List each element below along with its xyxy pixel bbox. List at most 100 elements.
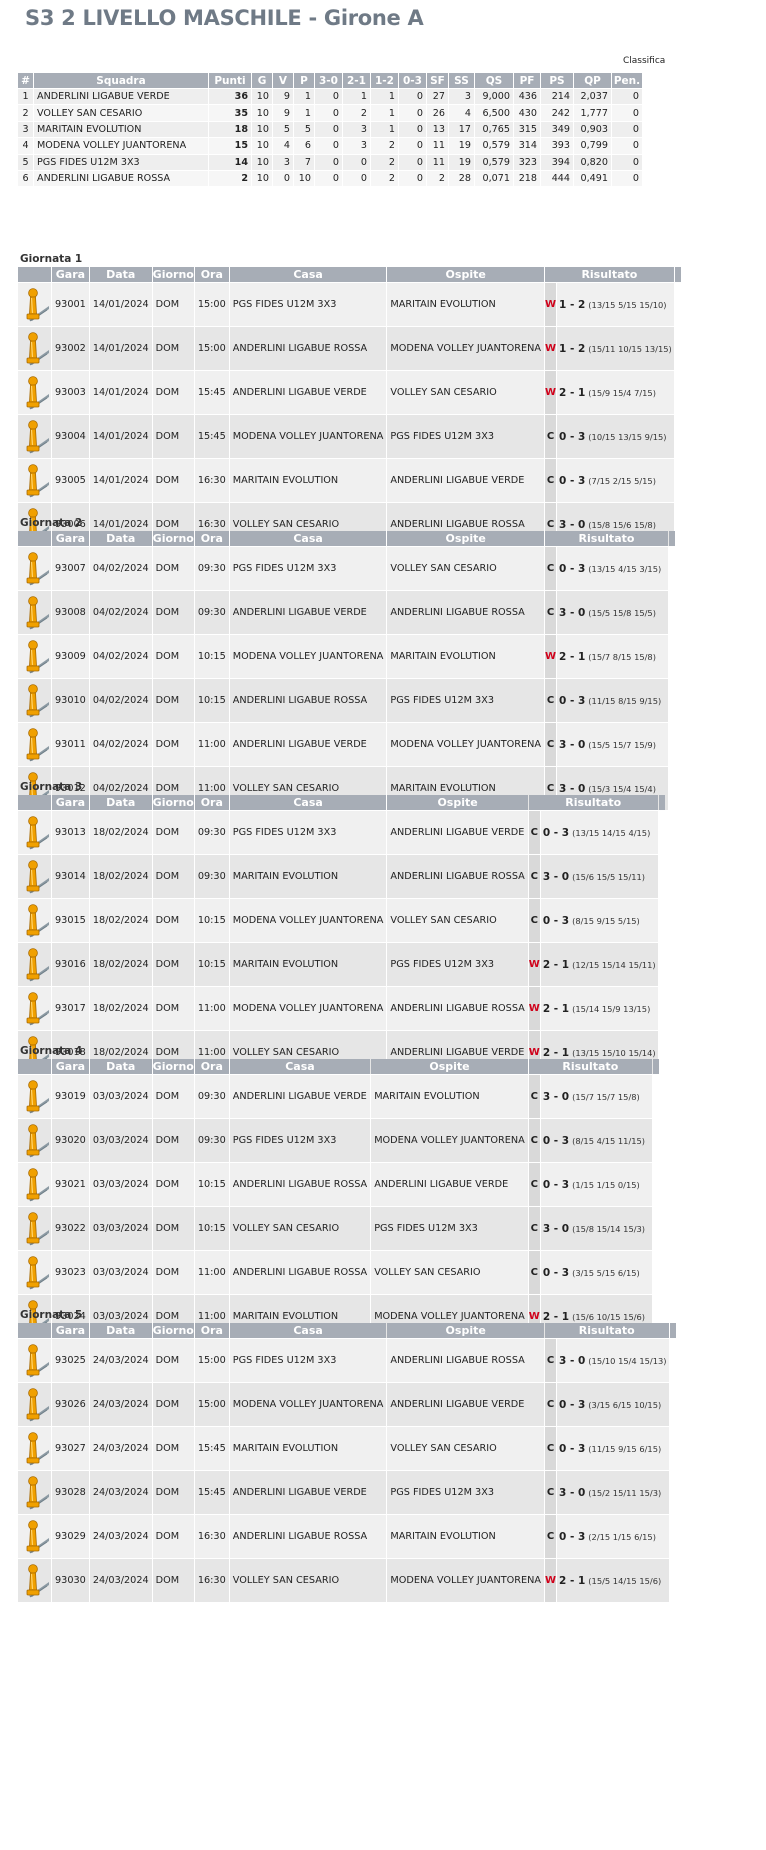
result-status-badge: W — [528, 943, 540, 986]
standings-cell: 35 — [209, 105, 251, 121]
standings-cell: 11 — [427, 138, 448, 154]
set-scores: (15/6 15/5 15/11) — [572, 871, 646, 882]
extra-cell — [652, 1163, 659, 1206]
away-team: VOLLEY SAN CESARIO — [387, 547, 544, 590]
away-team: ANDERLINI LIGABUE ROSSA — [387, 591, 544, 634]
chess-pawn-icon[interactable] — [18, 1119, 51, 1162]
chess-pawn-icon[interactable] — [18, 547, 51, 590]
match-number: 93025 — [52, 1339, 89, 1382]
result-status-badge: W — [544, 371, 557, 414]
standings-cell: 5 — [294, 121, 314, 138]
standings-col-header: P — [294, 73, 314, 88]
chess-pawn-icon[interactable] — [18, 635, 51, 678]
set-scores: (15/10 15/4 15/13) — [588, 1355, 667, 1366]
result-status-badge: W — [544, 635, 557, 678]
chess-pawn-icon[interactable] — [18, 1207, 51, 1250]
away-team: MARITAIN EVOLUTION — [371, 1075, 528, 1118]
chess-pawn-icon[interactable] — [18, 1339, 51, 1382]
col-header-giorno: Giorno — [152, 795, 194, 810]
result-status-badge: C — [544, 415, 557, 458]
match-score: 3 - 0 — [559, 738, 586, 751]
standings-cell: 0 — [612, 154, 642, 170]
chess-pawn-icon[interactable] — [18, 1427, 51, 1470]
standings-col-header: PF — [514, 73, 540, 88]
standings-col-header: Squadra — [34, 73, 208, 88]
match-result: 3 - 0 (15/8 15/14 15/3) — [540, 1207, 652, 1250]
extra-cell — [652, 1207, 659, 1250]
match-score: 1 - 2 — [559, 298, 586, 311]
chess-pawn-icon[interactable] — [18, 679, 51, 722]
standings-cell: 1 — [371, 105, 398, 121]
match-day: DOM — [152, 987, 194, 1030]
standings-cell: 28 — [449, 170, 474, 187]
standings-cell: 36 — [209, 89, 251, 105]
match-day: DOM — [152, 943, 194, 986]
chess-pawn-icon[interactable] — [18, 415, 51, 458]
chess-pawn-icon[interactable] — [18, 459, 51, 502]
chess-pawn-icon[interactable] — [18, 283, 51, 326]
col-header-ospite: Ospite — [387, 531, 544, 546]
extra-cell — [652, 1251, 659, 1294]
match-row: 93027 24/03/2024 DOM 15:45 MARITAIN EVOLUTIO… — [18, 1427, 676, 1470]
result-status-badge: C — [544, 1515, 557, 1558]
away-team: ANDERLINI LIGABUE ROSSA — [387, 1339, 544, 1382]
result-status-badge: C — [528, 855, 540, 898]
chess-pawn-icon[interactable] — [18, 899, 51, 942]
away-team: ANDERLINI LIGABUE VERDE — [387, 811, 528, 854]
standings-cell: 0 — [612, 121, 642, 138]
match-date: 18/02/2024 — [89, 899, 152, 942]
chess-pawn-icon[interactable] — [18, 1515, 51, 1558]
col-header-ospite: Ospite — [371, 1059, 528, 1074]
fixtures-table: Gara Data Giorno Ora Casa Ospite Risultato 9301… — [17, 794, 666, 1075]
chess-pawn-icon[interactable] — [18, 1163, 51, 1206]
match-time: 09:30 — [194, 547, 229, 590]
match-number: 93007 — [52, 547, 89, 590]
set-scores: (13/15 14/15 4/15) — [572, 827, 651, 838]
chess-pawn-icon[interactable] — [18, 987, 51, 1030]
match-number: 93014 — [52, 855, 89, 898]
match-row: 93009 04/02/2024 DOM 10:15 MODENA VOLLEY JUA… — [18, 635, 676, 678]
standings-col-header: SF — [427, 73, 448, 88]
match-date: 24/03/2024 — [89, 1559, 152, 1602]
match-score: 0 - 3 — [542, 1134, 570, 1147]
match-time: 09:30 — [194, 811, 229, 854]
set-scores: (3/15 6/15 10/15) — [588, 1399, 662, 1410]
match-date: 04/02/2024 — [89, 723, 152, 766]
col-header-ospite: Ospite — [387, 795, 528, 810]
match-date: 04/02/2024 — [89, 591, 152, 634]
home-team: MARITAIN EVOLUTION — [229, 855, 387, 898]
chess-pawn-icon[interactable] — [18, 811, 51, 854]
icon-col-header — [18, 1323, 51, 1338]
col-header-giorno: Giorno — [152, 1323, 194, 1338]
chess-pawn-icon[interactable] — [18, 371, 51, 414]
chess-pawn-icon[interactable] — [18, 1559, 51, 1602]
match-day: DOM — [152, 1119, 194, 1162]
chess-pawn-icon[interactable] — [18, 1251, 51, 1294]
match-date: 24/03/2024 — [89, 1515, 152, 1558]
col-header-giorno: Giorno — [152, 531, 194, 546]
extra-cell — [658, 811, 665, 854]
away-team: MARITAIN EVOLUTION — [387, 1515, 544, 1558]
standings-cell: 218 — [514, 170, 540, 187]
chess-pawn-icon[interactable] — [18, 1383, 51, 1426]
match-result: 1 - 2 (13/15 5/15 15/10) — [557, 283, 674, 326]
chess-pawn-icon[interactable] — [18, 855, 51, 898]
chess-pawn-icon[interactable] — [18, 723, 51, 766]
standings-col-header: Pen. — [612, 73, 642, 88]
match-result: 3 - 0 (15/10 15/4 15/13) — [557, 1339, 669, 1382]
chess-pawn-icon[interactable] — [18, 943, 51, 986]
chess-pawn-icon[interactable] — [18, 591, 51, 634]
chess-pawn-icon[interactable] — [18, 1471, 51, 1514]
match-number: 93001 — [52, 283, 89, 326]
standings-cell: 214 — [541, 89, 573, 105]
match-date: 14/01/2024 — [89, 415, 152, 458]
result-status-badge: C — [544, 591, 557, 634]
extra-cell — [674, 459, 681, 502]
match-result: 2 - 1 (15/14 15/9 13/15) — [540, 987, 658, 1030]
away-team: VOLLEY SAN CESARIO — [371, 1251, 528, 1294]
chess-pawn-icon[interactable] — [18, 327, 51, 370]
chess-pawn-icon[interactable] — [18, 1075, 51, 1118]
standings-cell: 0,820 — [574, 154, 611, 170]
set-scores: (11/15 8/15 9/15) — [588, 695, 662, 706]
standings-cell: 19 — [449, 138, 474, 154]
